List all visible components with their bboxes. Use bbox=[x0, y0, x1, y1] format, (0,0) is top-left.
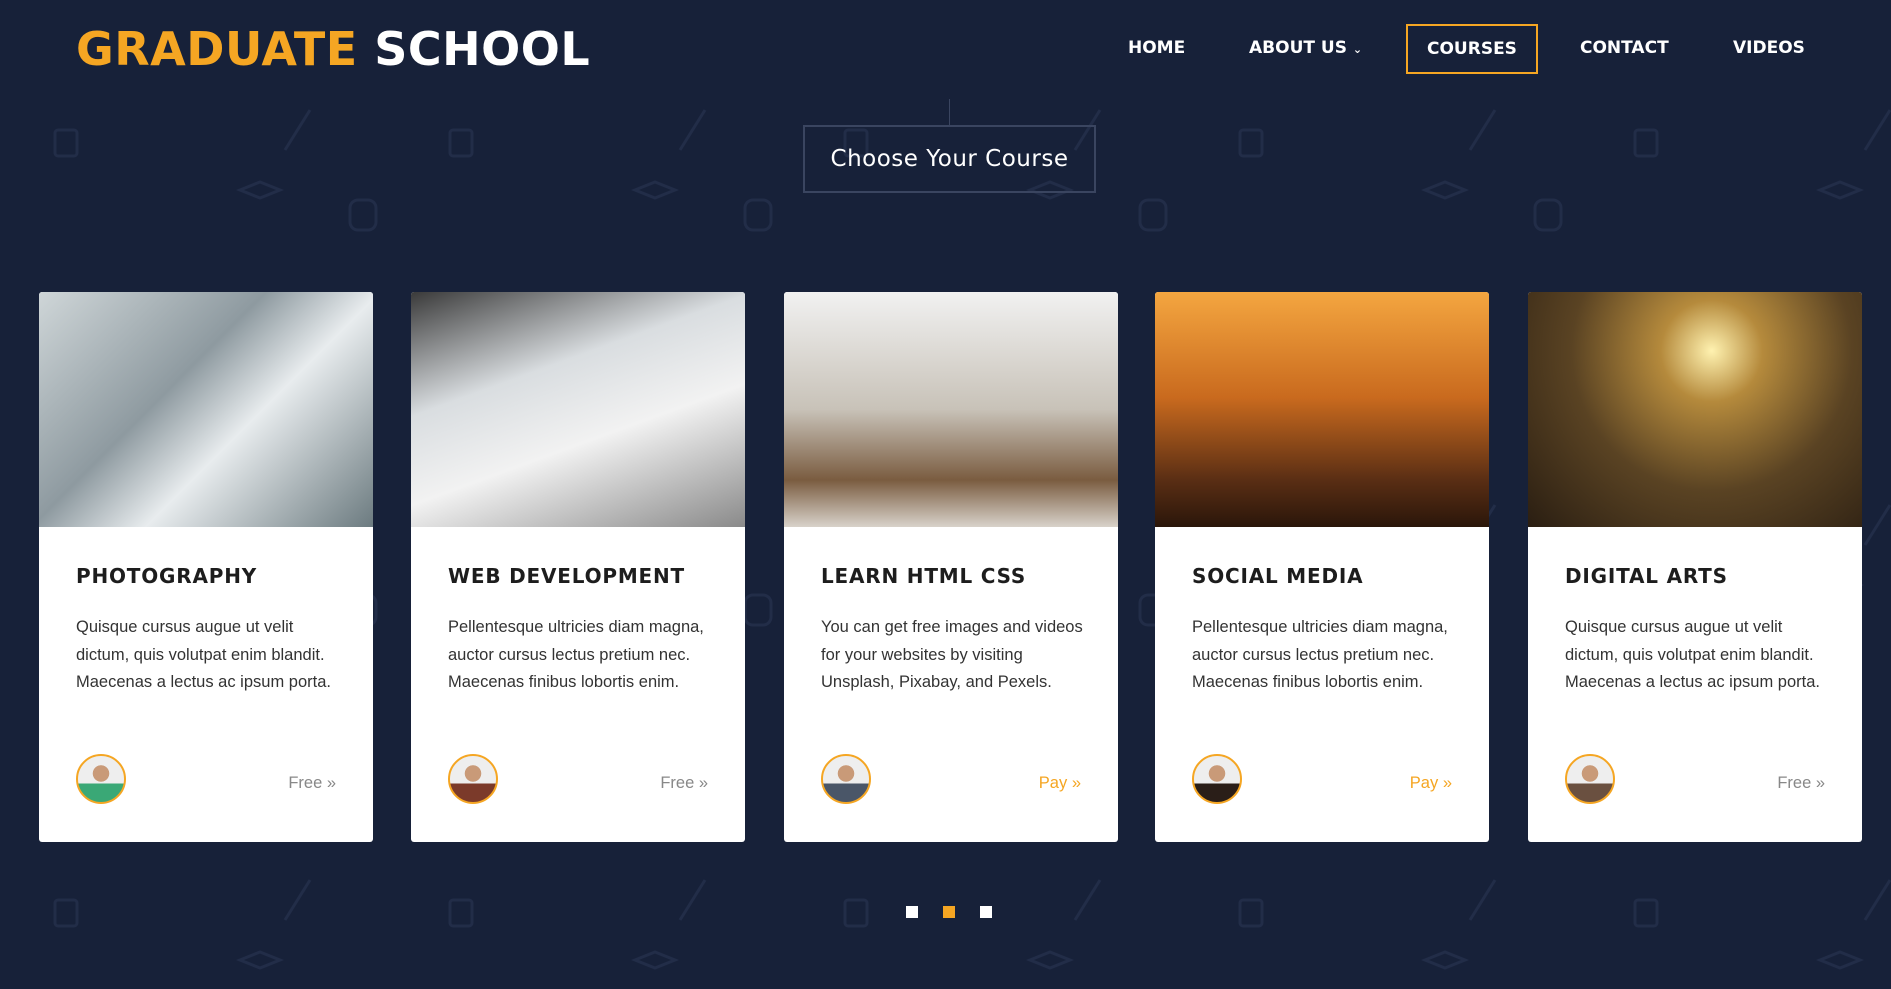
course-card[interactable]: SOCIAL MEDIA Pellentesque ultricies diam… bbox=[1155, 292, 1489, 842]
instructor-avatar bbox=[448, 754, 498, 804]
course-description: Quisque cursus augue ut velit dictum, qu… bbox=[76, 618, 331, 692]
course-card[interactable]: PHOTOGRAPHY Quisque cursus augue ut veli… bbox=[39, 292, 373, 842]
course-card[interactable]: DIGITAL ARTS Quisque cursus augue ut vel… bbox=[1528, 292, 1862, 842]
course-title: LEARN HTML CSS bbox=[821, 564, 1027, 588]
nav-about-us[interactable]: ABOUT US ⌄ bbox=[1249, 38, 1362, 58]
nav-courses[interactable]: COURSES bbox=[1406, 24, 1538, 74]
course-price-link[interactable]: Pay » bbox=[1039, 774, 1081, 793]
course-title: DIGITAL ARTS bbox=[1565, 564, 1728, 588]
course-card[interactable]: LEARN HTML CSS You can get free images a… bbox=[784, 292, 1118, 842]
carousel-dot-3[interactable] bbox=[980, 906, 992, 918]
course-image bbox=[1528, 292, 1862, 527]
instructor-avatar bbox=[1565, 754, 1615, 804]
nav-contact[interactable]: CONTACT bbox=[1580, 38, 1669, 58]
course-title: WEB DEVELOPMENT bbox=[448, 564, 685, 588]
course-card[interactable]: WEB DEVELOPMENT Pellentesque ultricies d… bbox=[411, 292, 745, 842]
nav-videos[interactable]: VIDEOS bbox=[1733, 38, 1805, 58]
course-image bbox=[411, 292, 745, 527]
carousel-dot-2[interactable] bbox=[943, 906, 955, 918]
section-title: Choose Your Course bbox=[803, 125, 1096, 193]
logo[interactable]: GRADUATE SCHOOL bbox=[76, 22, 590, 76]
nav-home[interactable]: HOME bbox=[1128, 38, 1185, 58]
course-image bbox=[39, 292, 373, 527]
course-description: You can get free images and videos for y… bbox=[821, 618, 1083, 692]
carousel-dot-1[interactable] bbox=[906, 906, 918, 918]
course-price-link[interactable]: Pay » bbox=[1410, 774, 1452, 793]
course-price-link[interactable]: Free » bbox=[288, 774, 336, 793]
course-description: Pellentesque ultricies diam magna, aucto… bbox=[448, 618, 704, 692]
instructor-avatar bbox=[821, 754, 871, 804]
instructor-avatar bbox=[1192, 754, 1242, 804]
course-description: Quisque cursus augue ut velit dictum, qu… bbox=[1565, 618, 1820, 692]
course-price-link[interactable]: Free » bbox=[1777, 774, 1825, 793]
course-price-link[interactable]: Free » bbox=[660, 774, 708, 793]
chevron-down-icon: ⌄ bbox=[1352, 43, 1363, 56]
course-title: PHOTOGRAPHY bbox=[76, 564, 258, 588]
carousel-pagination bbox=[0, 906, 1891, 918]
title-connector-line bbox=[949, 99, 950, 126]
course-image bbox=[1155, 292, 1489, 527]
course-image bbox=[784, 292, 1118, 527]
course-title: SOCIAL MEDIA bbox=[1192, 564, 1364, 588]
course-description: Pellentesque ultricies diam magna, aucto… bbox=[1192, 618, 1448, 692]
instructor-avatar bbox=[76, 754, 126, 804]
